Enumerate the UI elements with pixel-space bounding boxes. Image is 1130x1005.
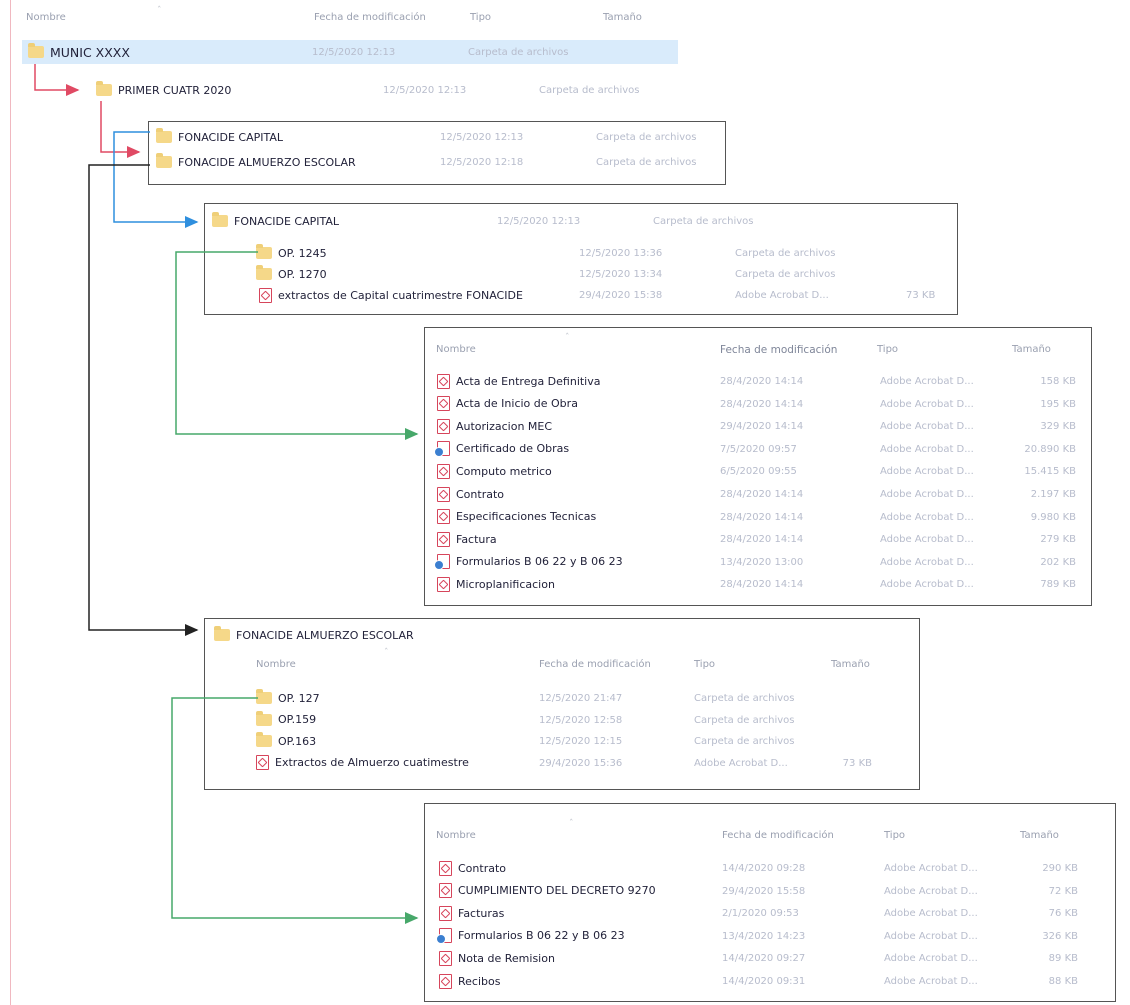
green-arrow-op127 [171,697,419,924]
black-arrow-to-almuerzo [88,164,199,636]
blue-arrow-to-capital [113,131,199,228]
green-arrow-op1245 [175,251,419,440]
red-arrow-primer-to-level2 [100,101,141,158]
red-arrow-root-to-primer [34,64,80,96]
connector-arrows [34,64,419,924]
